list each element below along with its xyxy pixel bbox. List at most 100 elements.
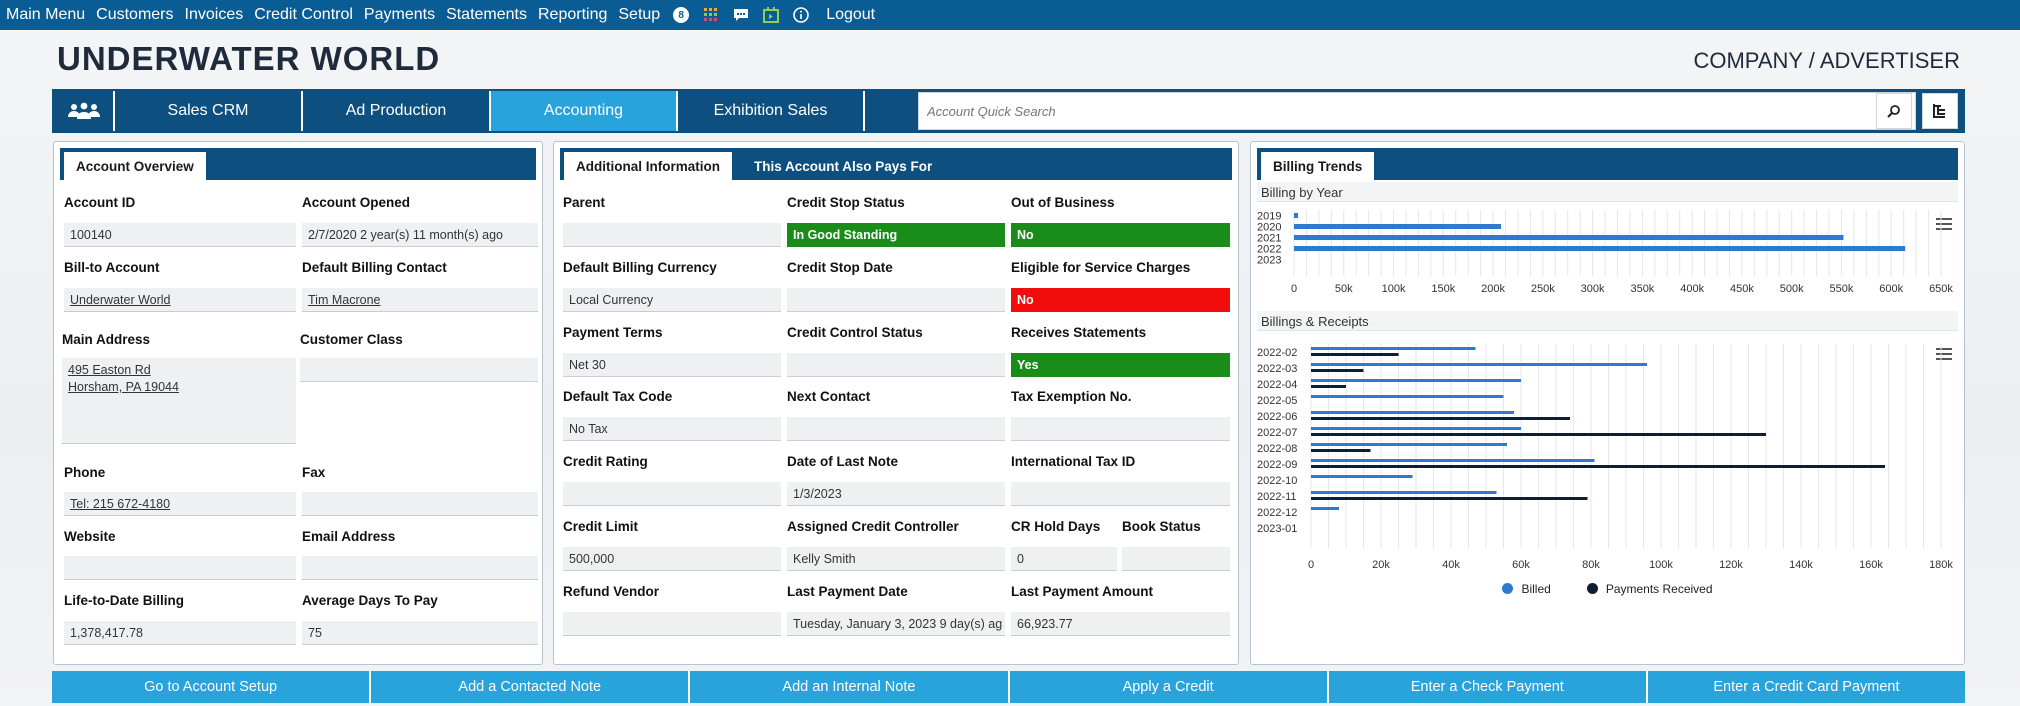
billings-receipts-title: Billings & Receipts bbox=[1257, 311, 1958, 331]
out-of-business-label: Out of Business bbox=[1011, 195, 1115, 210]
enter-check-payment-button[interactable]: Enter a Check Payment bbox=[1328, 671, 1648, 703]
x-tick-label: 120k bbox=[1719, 559, 1743, 571]
legend-payments-label: Payments Received bbox=[1605, 582, 1713, 596]
nav-statements[interactable]: Statements bbox=[446, 6, 538, 24]
tree-view-button[interactable] bbox=[1922, 93, 1958, 129]
credit-control-status-field bbox=[787, 353, 1005, 377]
tab-billing-trends[interactable]: Billing Trends bbox=[1261, 152, 1375, 180]
x-tick-label: 450k bbox=[1730, 283, 1754, 294]
x-tick-label: 140k bbox=[1789, 559, 1813, 571]
y-tick-label: 2022-11 bbox=[1257, 491, 1297, 503]
y-tick-label: 2022-12 bbox=[1257, 507, 1297, 519]
bar bbox=[1311, 459, 1595, 462]
bar bbox=[1311, 507, 1339, 510]
tab-additional-information[interactable]: Additional Information bbox=[564, 152, 732, 180]
address-line1[interactable]: 495 Easton Rd bbox=[68, 363, 151, 377]
credit-control-status-label: Credit Control Status bbox=[787, 325, 923, 340]
main-address-label: Main Address bbox=[62, 332, 151, 347]
credit-stop-status-label: Credit Stop Status bbox=[787, 195, 905, 210]
tab-ad-production[interactable]: Ad Production bbox=[303, 91, 491, 131]
people-group-button[interactable] bbox=[54, 91, 115, 131]
nav-main-menu[interactable]: Main Menu bbox=[0, 6, 96, 24]
tab-accounting[interactable]: Accounting bbox=[491, 91, 678, 131]
page-title: UNDERWATER WORLD bbox=[57, 40, 441, 77]
bar bbox=[1311, 465, 1885, 468]
receives-statements-label: Receives Statements bbox=[1011, 325, 1147, 340]
nav-customers[interactable]: Customers bbox=[96, 6, 184, 24]
add-contacted-note-button[interactable]: Add a Contacted Note bbox=[371, 671, 691, 703]
tab-account-overview[interactable]: Account Overview bbox=[64, 152, 206, 180]
main-address-field[interactable]: 495 Easton Rd Horsham, PA 19044 bbox=[62, 358, 296, 444]
enter-credit-card-payment-button[interactable]: Enter a Credit Card Payment bbox=[1647, 671, 1966, 703]
search-icon bbox=[1887, 105, 1900, 118]
x-tick-label: 200k bbox=[1481, 283, 1505, 294]
bar bbox=[1311, 475, 1413, 478]
intl-tax-id-label: International Tax ID bbox=[1011, 454, 1136, 469]
last-payment-date-label: Last Payment Date bbox=[787, 584, 908, 599]
search-button[interactable] bbox=[1876, 93, 1912, 129]
billing-contact-field[interactable]: Tim Macrone bbox=[302, 288, 538, 312]
bar bbox=[1311, 353, 1399, 356]
bar bbox=[1311, 385, 1346, 388]
nav-setup[interactable]: Setup bbox=[618, 6, 671, 24]
credit-controller-label: Assigned Credit Controller bbox=[787, 519, 959, 534]
nav-invoices[interactable]: Invoices bbox=[185, 6, 255, 24]
billing-by-year-title: Billing by Year bbox=[1257, 182, 1958, 202]
legend-payments[interactable]: Payments Received bbox=[1586, 582, 1713, 596]
bar bbox=[1294, 235, 1844, 240]
cr-hold-days-field: 0 bbox=[1011, 547, 1117, 571]
tax-exemption-field bbox=[1011, 417, 1230, 441]
bill-to-link[interactable]: Underwater World bbox=[70, 293, 171, 307]
tab-also-pays-for[interactable]: This Account Also Pays For bbox=[742, 152, 944, 180]
bar bbox=[1311, 363, 1647, 366]
chart-legend: Billed Payments Received bbox=[1251, 582, 1964, 596]
tax-exemption-label: Tax Exemption No. bbox=[1011, 389, 1132, 404]
billing-by-year-chart: 0 50k 100k 150k 200k 250k 300k 350k 400k 450k 500k… bbox=[1257, 210, 1953, 294]
info-icon[interactable] bbox=[792, 7, 809, 24]
x-tick-label: 20k bbox=[1372, 559, 1390, 571]
y-tick-label: 2022-05 bbox=[1257, 395, 1297, 407]
customer-class-label: Customer Class bbox=[300, 332, 403, 347]
account-quick-search[interactable] bbox=[918, 92, 1916, 130]
bar bbox=[1311, 443, 1507, 446]
refund-vendor-field bbox=[563, 612, 781, 636]
phone-field[interactable]: Tel: 215 672-4180 bbox=[64, 492, 296, 516]
add-internal-note-button[interactable]: Add an Internal Note bbox=[690, 671, 1010, 703]
billing-currency-field: Local Currency bbox=[563, 288, 781, 312]
calendar-icon[interactable] bbox=[762, 7, 779, 24]
tab-exhibition-sales[interactable]: Exhibition Sales bbox=[678, 91, 865, 131]
x-tick-label: 0 bbox=[1291, 283, 1297, 294]
nav-payments[interactable]: Payments bbox=[364, 6, 446, 24]
y-tick-label: 2023-01 bbox=[1257, 523, 1297, 535]
x-tick-label: 160k bbox=[1859, 559, 1883, 571]
tax-code-label: Default Tax Code bbox=[563, 389, 673, 404]
x-tick-label: 80k bbox=[1582, 559, 1600, 571]
y-tick-label: 2022-08 bbox=[1257, 443, 1297, 455]
x-tick-label: 40k bbox=[1442, 559, 1460, 571]
apps-grid-icon[interactable] bbox=[702, 7, 719, 24]
payment-terms-field: Net 30 bbox=[563, 353, 781, 377]
y-tick-label: 2022-03 bbox=[1257, 363, 1297, 375]
go-to-account-setup-button[interactable]: Go to Account Setup bbox=[52, 671, 372, 703]
x-tick-label: 650k bbox=[1929, 283, 1953, 294]
x-tick-label: 0 bbox=[1308, 559, 1314, 571]
address-line2[interactable]: Horsham, PA 19044 bbox=[68, 380, 179, 394]
bill-to-field[interactable]: Underwater World bbox=[64, 288, 296, 312]
legend-billed[interactable]: Billed bbox=[1502, 582, 1551, 596]
tax-code-field: No Tax bbox=[563, 417, 781, 441]
chat-icon[interactable] bbox=[732, 7, 749, 24]
tab-sales-crm[interactable]: Sales CRM bbox=[115, 91, 303, 131]
search-input[interactable] bbox=[919, 93, 1879, 129]
credit-rating-label: Credit Rating bbox=[563, 454, 648, 469]
bill-to-label: Bill-to Account bbox=[64, 260, 160, 275]
nav-reporting[interactable]: Reporting bbox=[538, 6, 618, 24]
legend-billed-label: Billed bbox=[1521, 582, 1551, 596]
billing-contact-link[interactable]: Tim Macrone bbox=[308, 293, 380, 307]
nav-credit-control[interactable]: Credit Control bbox=[254, 6, 364, 24]
bar bbox=[1311, 449, 1371, 452]
nav-logout[interactable]: Logout bbox=[820, 6, 886, 24]
notification-badge-icon[interactable]: 8 bbox=[673, 7, 690, 23]
phone-link[interactable]: Tel: 215 672-4180 bbox=[70, 497, 170, 511]
apply-credit-button[interactable]: Apply a Credit bbox=[1009, 671, 1329, 703]
payment-terms-label: Payment Terms bbox=[563, 325, 663, 340]
